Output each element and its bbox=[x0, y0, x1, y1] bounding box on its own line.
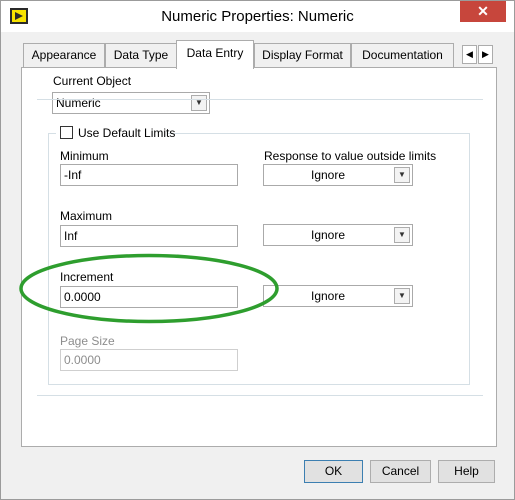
close-button[interactable]: ✕ bbox=[460, 1, 506, 22]
tab-scroll-right-button[interactable]: ▶ bbox=[478, 45, 493, 64]
use-default-limits-row: Use Default Limits bbox=[56, 124, 175, 142]
page-size-field: 0.0000 bbox=[60, 349, 238, 371]
use-default-limits-checkbox[interactable] bbox=[60, 126, 73, 139]
increment-response-select[interactable]: Ignore ▼ bbox=[263, 285, 413, 307]
properties-dialog: Numeric Properties: Numeric ✕ Appearance… bbox=[0, 0, 515, 500]
use-default-limits-label: Use Default Limits bbox=[78, 126, 176, 140]
maximum-label: Maximum bbox=[60, 209, 113, 223]
section-divider bbox=[37, 395, 483, 396]
tab-data-type[interactable]: Data Type bbox=[105, 43, 177, 67]
response-label: Response to value outside limits bbox=[264, 149, 437, 163]
tab-data-entry[interactable]: Data Entry bbox=[176, 40, 254, 69]
data-entry-panel: Current Object Numeric ▼ Use Default Lim… bbox=[21, 67, 497, 447]
help-button[interactable]: Help bbox=[438, 460, 495, 483]
cancel-button[interactable]: Cancel bbox=[370, 460, 431, 483]
tab-appearance[interactable]: Appearance bbox=[23, 43, 105, 67]
increment-field[interactable]: 0.0000 bbox=[60, 286, 238, 308]
title-bar[interactable]: Numeric Properties: Numeric ✕ bbox=[1, 1, 514, 32]
tab-display-format[interactable]: Display Format bbox=[254, 43, 351, 67]
tab-documentation[interactable]: Documentation bbox=[351, 43, 454, 67]
chevron-down-icon: ▼ bbox=[394, 288, 410, 304]
minimum-field[interactable]: -Inf bbox=[60, 164, 238, 186]
minimum-label: Minimum bbox=[60, 149, 109, 163]
maximum-response-select[interactable]: Ignore ▼ bbox=[263, 224, 413, 246]
window-title: Numeric Properties: Numeric bbox=[161, 8, 354, 25]
chevron-down-icon: ▼ bbox=[191, 95, 207, 111]
current-object-select[interactable]: Numeric ▼ bbox=[52, 92, 210, 114]
ok-button[interactable]: OK bbox=[304, 460, 363, 483]
chevron-down-icon: ▼ bbox=[394, 167, 410, 183]
current-object-label: Current Object bbox=[53, 74, 132, 88]
increment-label: Increment bbox=[60, 270, 114, 284]
arrow-left-icon: ◀ bbox=[466, 49, 473, 59]
chevron-down-icon: ▼ bbox=[394, 227, 410, 243]
section-divider bbox=[37, 99, 483, 100]
arrow-right-icon: ▶ bbox=[482, 49, 489, 59]
tab-scroll-left-button[interactable]: ◀ bbox=[462, 45, 477, 64]
maximum-field[interactable]: Inf bbox=[60, 225, 238, 247]
page-size-label: Page Size bbox=[60, 334, 115, 348]
minimum-response-select[interactable]: Ignore ▼ bbox=[263, 164, 413, 186]
